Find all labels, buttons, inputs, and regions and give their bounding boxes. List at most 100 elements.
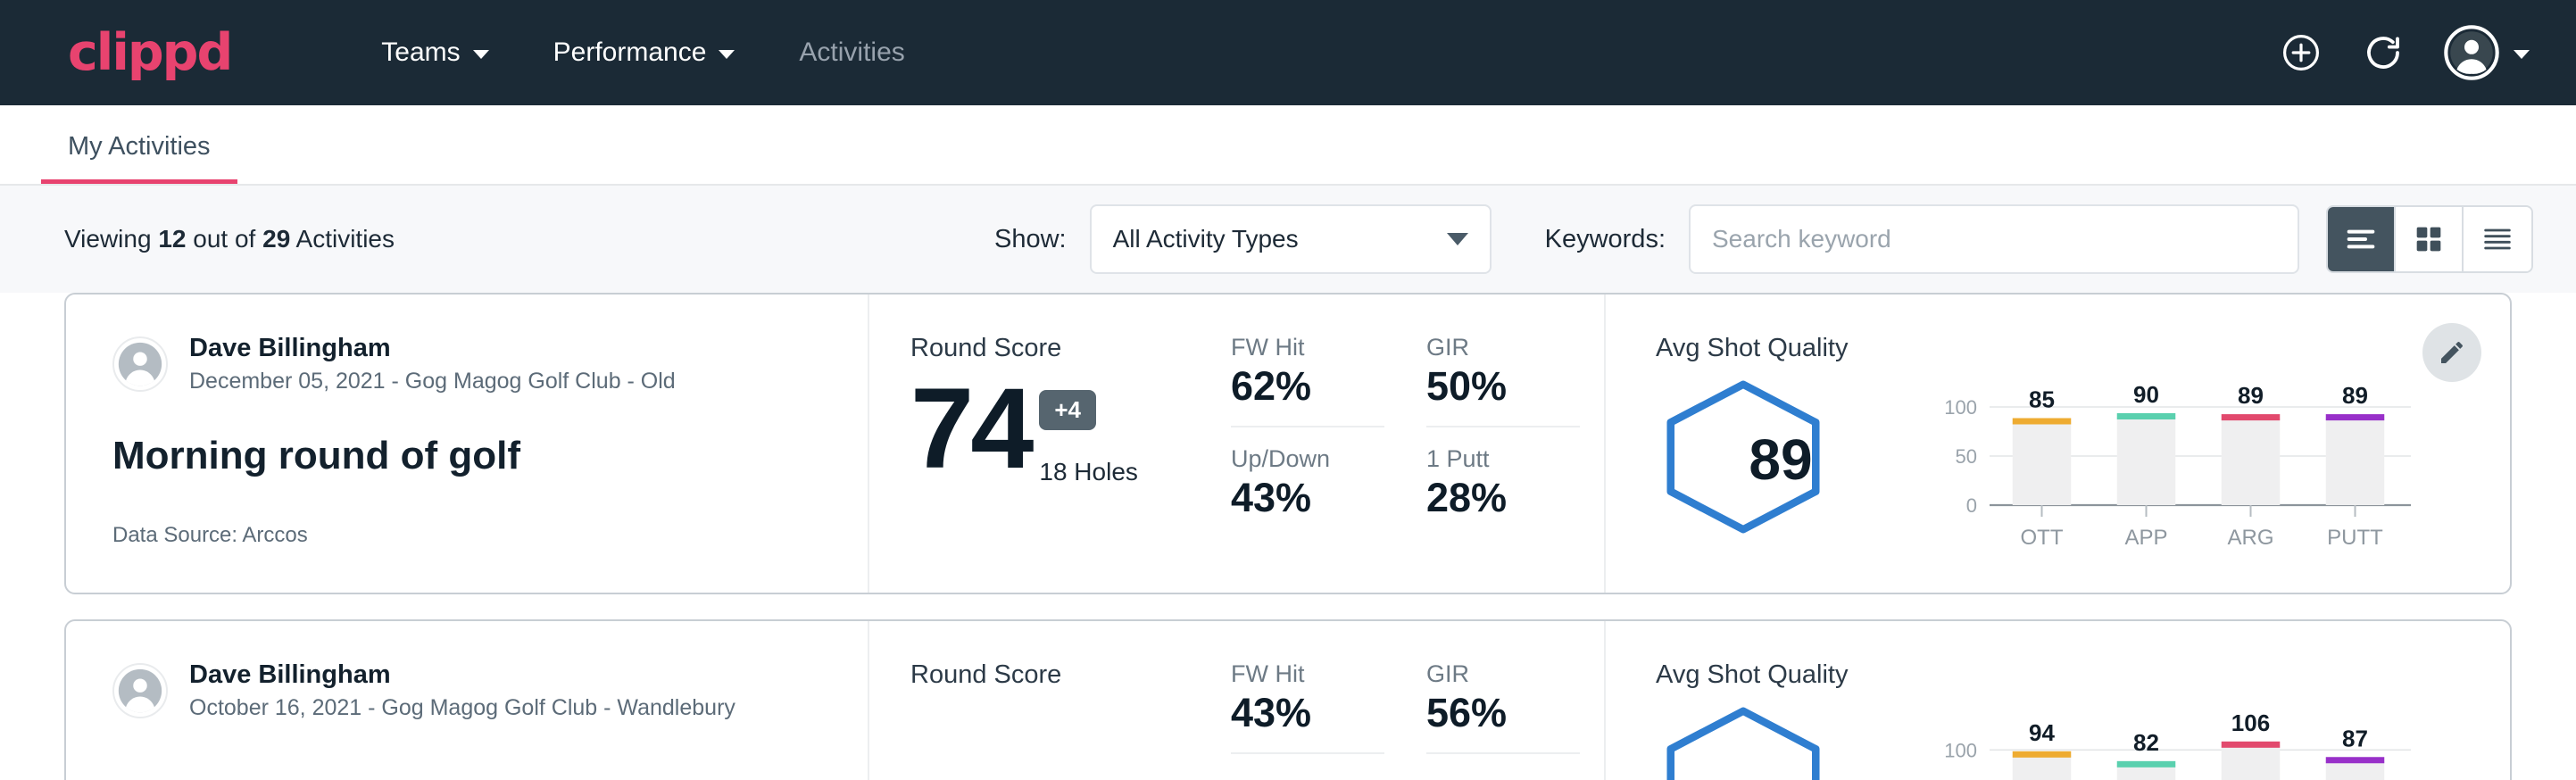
activity-summary-column: Dave Billingham December 05, 2021 - Gog … [66, 295, 869, 593]
show-label: Show: [994, 225, 1067, 254]
add-icon[interactable] [2280, 31, 2323, 74]
svg-text:ARG: ARG [2227, 526, 2273, 550]
svg-text:89: 89 [2342, 382, 2368, 409]
activity-card[interactable]: Dave Billingham October 16, 2021 - Gog M… [64, 619, 2512, 780]
viewing-prefix: Viewing [64, 225, 152, 253]
svg-text:82: 82 [2133, 729, 2159, 756]
svg-text:89: 89 [2238, 382, 2264, 409]
top-navigation-bar: clippd Teams Performance Activities [0, 0, 2576, 105]
asq-hex-block: Avg Shot Quality [1656, 660, 1906, 780]
person-info: Dave Billingham October 16, 2021 - Gog M… [189, 660, 735, 721]
svg-text:87: 87 [2342, 725, 2368, 751]
stat-label: 1 Putt [1426, 445, 1604, 473]
person-row: Dave Billingham December 05, 2021 - Gog … [112, 334, 868, 394]
search-input[interactable] [1712, 225, 2276, 253]
activity-type-value: All Activity Types [1113, 225, 1299, 253]
nav-links: Teams Performance Activities [349, 37, 936, 68]
svg-text:90: 90 [2133, 381, 2159, 408]
viewing-total: 29 [262, 225, 290, 253]
stat-gir: GIR 50% [1426, 334, 1580, 427]
round-score-label: Round Score [910, 334, 1231, 363]
activities-toolbar: Viewing 12 out of 29 Activities Show: Al… [0, 186, 2576, 293]
nav-item-activities[interactable]: Activities [767, 37, 936, 68]
nav-item-label: Performance [553, 37, 707, 68]
stat-gir: GIR 56% [1426, 660, 1580, 754]
asq-value: 89 [1656, 378, 1906, 541]
asq-label: Avg Shot Quality [1656, 334, 1906, 363]
stat-fw-hit: FW Hit 43% [1231, 660, 1384, 754]
svg-text:PUTT: PUTT [2327, 526, 2383, 550]
viewing-count: 12 [158, 225, 186, 253]
stat-label: FW Hit [1231, 660, 1384, 688]
activity-card-list: Dave Billingham December 05, 2021 - Gog … [0, 293, 2576, 780]
svg-text:OTT: OTT [2021, 526, 2064, 550]
stat-value: 28% [1426, 475, 1604, 521]
nav-item-label: Activities [799, 37, 904, 68]
person-name: Dave Billingham [189, 334, 676, 363]
search-field[interactable] [1689, 204, 2299, 274]
stat-value: 43% [1231, 475, 1408, 521]
stat-fw-hit: FW Hit 62% [1231, 334, 1384, 427]
activity-title: Morning round of golf [112, 434, 868, 478]
view-mode-toggle [2326, 205, 2533, 273]
svg-text:100: 100 [1944, 739, 1977, 761]
viewing-suffix: Activities [296, 225, 395, 253]
svg-text:85: 85 [2029, 386, 2055, 413]
holes-played: 18 Holes [1039, 458, 1138, 486]
asq-hex-block: Avg Shot Quality 89 [1656, 334, 1906, 593]
stat-label: FW Hit [1231, 334, 1384, 361]
score-to-par-badge: +4 [1039, 390, 1096, 430]
svg-text:94: 94 [2029, 719, 2055, 746]
round-score-column: Round Score [869, 621, 1231, 780]
person-info: Dave Billingham December 05, 2021 - Gog … [189, 334, 676, 394]
edit-activity-button[interactable] [2422, 323, 2481, 382]
round-stats-column: FW Hit 43% GIR 56% [1231, 621, 1606, 780]
round-score-meta: +4 18 Holes [1039, 390, 1138, 486]
round-stats-column: FW Hit 62% GIR 50% Up/Down 43% 1 Putt 28… [1231, 295, 1606, 593]
activity-card[interactable]: Dave Billingham December 05, 2021 - Gog … [64, 293, 2512, 594]
svg-text:106: 106 [2231, 709, 2270, 736]
toolbar-controls: Show: All Activity Types Keywords: [994, 204, 2533, 274]
asq-bar-chart: 05010085OTT90APP89ARG89PUTT [1916, 377, 2416, 593]
app-logo[interactable]: clippd [68, 28, 231, 79]
avg-shot-quality-column: Avg Shot Quality 05010094OTT82APP106ARG8… [1606, 621, 2510, 780]
asq-hexagon [1656, 704, 1906, 780]
person-row: Dave Billingham October 16, 2021 - Gog M… [112, 660, 868, 721]
person-subtitle: October 16, 2021 - Gog Magog Golf Club -… [189, 695, 735, 721]
round-score-column: Round Score 74 +4 18 Holes [869, 295, 1231, 593]
nav-item-performance[interactable]: Performance [521, 37, 768, 68]
nav-item-teams[interactable]: Teams [349, 37, 520, 68]
avg-shot-quality-column: Avg Shot Quality 89 05010085OTT90APP89AR… [1606, 295, 2510, 593]
round-score-label: Round Score [910, 660, 1231, 690]
stat-label: Up/Down [1231, 445, 1408, 473]
stat-one-putt: 1 Putt 28% [1426, 445, 1604, 521]
chevron-down-icon [2514, 50, 2530, 59]
list-view-button[interactable] [2328, 207, 2396, 271]
grid-view-button[interactable] [2396, 207, 2464, 271]
compact-view-button[interactable] [2464, 207, 2531, 271]
svg-text:APP: APP [2124, 526, 2167, 550]
tab-my-activities[interactable]: My Activities [41, 132, 237, 184]
stat-value: 50% [1426, 363, 1580, 410]
activity-data-source: Data Source: Arccos [112, 523, 868, 548]
stat-up-down: Up/Down 43% [1231, 445, 1408, 521]
svg-text:0: 0 [1966, 494, 1977, 517]
round-score-value: 74 [910, 372, 1030, 486]
asq-bar-chart: 05010094OTT82APP106ARG87PUTT [1916, 703, 2416, 780]
asq-value [1656, 704, 1906, 780]
round-score-row: 74 +4 18 Holes [910, 372, 1231, 486]
account-avatar[interactable] [2444, 25, 2530, 80]
activity-type-select[interactable]: All Activity Types [1090, 204, 1492, 274]
person-subtitle: December 05, 2021 - Gog Magog Golf Club … [189, 369, 676, 394]
refresh-icon[interactable] [2362, 31, 2405, 74]
stat-label: GIR [1426, 660, 1580, 688]
nav-item-label: Teams [381, 37, 460, 68]
nav-actions [2280, 25, 2530, 80]
chevron-down-icon [473, 50, 489, 59]
asq-hexagon: 89 [1656, 378, 1906, 541]
viewing-summary: Viewing 12 out of 29 Activities [64, 225, 395, 253]
keywords-label: Keywords: [1545, 225, 1666, 254]
avatar [112, 663, 168, 718]
tab-bar: My Activities [0, 105, 2576, 186]
asq-label: Avg Shot Quality [1656, 660, 1906, 690]
